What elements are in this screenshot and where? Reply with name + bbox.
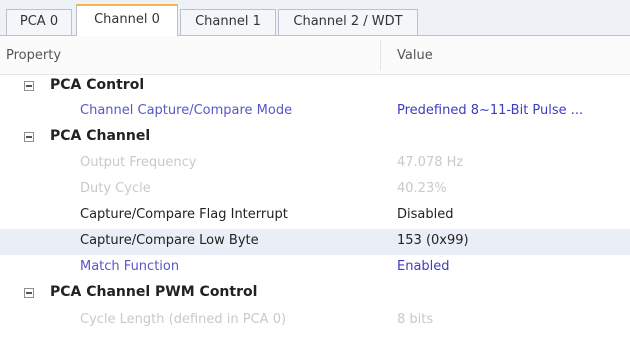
grid-header: Property Value — [0, 36, 630, 75]
column-separator[interactable] — [380, 40, 381, 70]
value-column-header[interactable]: Value — [397, 48, 433, 63]
property-row-cycle-length: Cycle Length (defined in PCA 0) 8 bits — [0, 308, 630, 334]
property-value[interactable]: Predefined 8~11-Bit Pulse ... — [397, 103, 583, 118]
property-name: Duty Cycle — [80, 181, 151, 196]
category-label: PCA Control — [50, 77, 145, 93]
property-row-output-frequency: Output Frequency 47.078 Hz — [0, 151, 630, 177]
property-name: Capture/Compare Flag Interrupt — [80, 207, 288, 222]
tab-channel-0[interactable]: Channel 0 — [76, 4, 178, 36]
property-row-capture-compare-low-byte[interactable]: Capture/Compare Low Byte 153 (0x99) — [0, 229, 630, 255]
tab-bar: PCA 0 Channel 0 Channel 1 Channel 2 / WD… — [0, 0, 630, 36]
property-name: Output Frequency — [80, 155, 197, 170]
tab-channel-2-wdt[interactable]: Channel 2 / WDT — [278, 9, 418, 35]
property-value[interactable]: Disabled — [397, 207, 453, 222]
category-pca-channel[interactable]: PCA Channel — [0, 125, 630, 151]
property-row-duty-cycle: Duty Cycle 40.23% — [0, 177, 630, 203]
property-row-match-function[interactable]: Match Function Enabled — [0, 255, 630, 281]
property-row-capture-compare-flag-interrupt[interactable]: Capture/Compare Flag Interrupt Disabled — [0, 203, 630, 229]
category-label: PCA Channel PWM Control — [50, 284, 258, 300]
property-grid: Property Value PCA Control Channel Captu… — [0, 36, 630, 340]
property-value: 40.23% — [397, 181, 447, 196]
property-value: 8 bits — [397, 312, 434, 327]
property-column-header[interactable]: Property — [6, 48, 61, 63]
category-pca-control[interactable]: PCA Control — [0, 74, 630, 100]
property-value: 47.078 Hz — [397, 155, 464, 170]
category-label: PCA Channel — [50, 128, 151, 144]
property-name: Match Function — [80, 259, 180, 274]
property-value[interactable]: Enabled — [397, 259, 450, 274]
minus-box-icon[interactable] — [24, 132, 34, 142]
property-value[interactable]: 153 (0x99) — [397, 233, 469, 248]
property-name: Capture/Compare Low Byte — [80, 233, 259, 248]
property-name: Cycle Length (defined in PCA 0) — [80, 312, 287, 327]
category-pca-channel-pwm-control[interactable]: PCA Channel PWM Control — [0, 281, 630, 307]
property-row-channel-capture-compare-mode[interactable]: Channel Capture/Compare Mode Predefined … — [0, 99, 630, 125]
tab-pca-0[interactable]: PCA 0 — [6, 9, 72, 35]
tab-channel-1[interactable]: Channel 1 — [180, 9, 276, 35]
property-name: Channel Capture/Compare Mode — [80, 103, 293, 118]
minus-box-icon[interactable] — [24, 81, 34, 91]
minus-box-icon[interactable] — [24, 288, 34, 298]
